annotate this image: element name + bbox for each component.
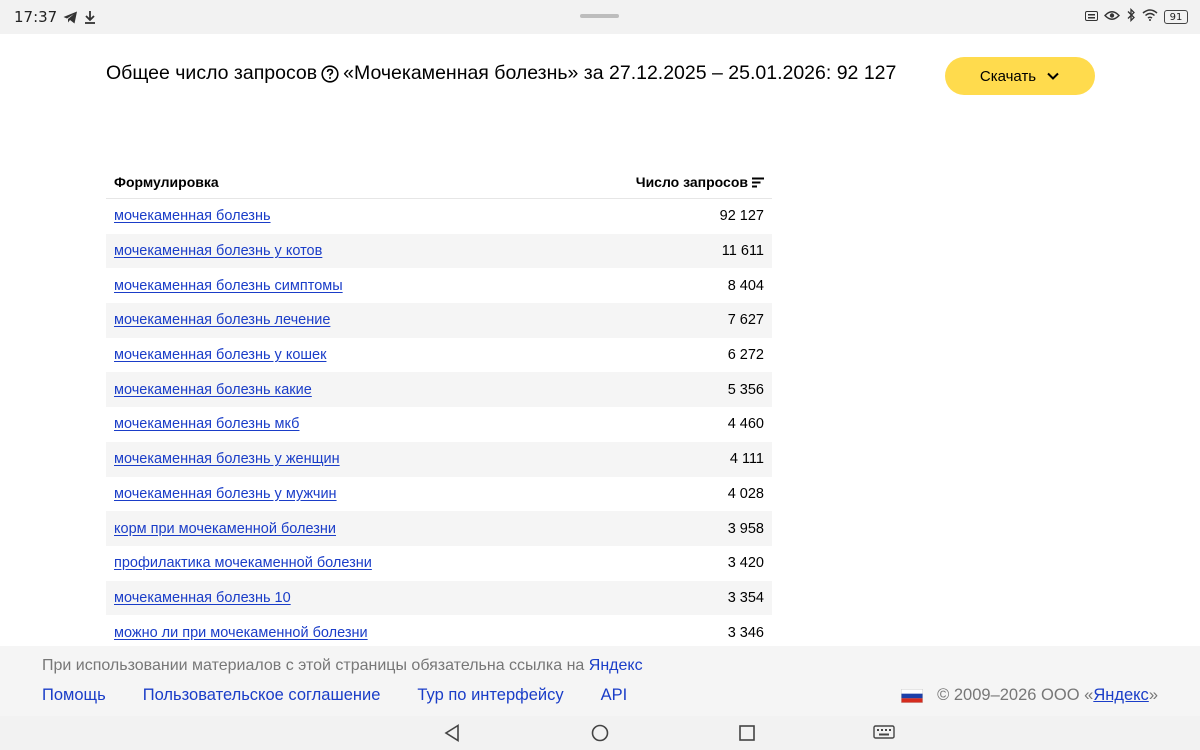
title-prefix: Общее число запросов xyxy=(106,62,318,84)
table-row: профилактика мочекаменной болезни 3 420 xyxy=(106,546,772,581)
query-count: 3 354 xyxy=(727,589,764,606)
table-row: мочекаменная болезнь 10 3 354 xyxy=(106,580,772,616)
navigation-bar xyxy=(0,716,1200,750)
query-phrase-link[interactable]: мочекаменная болезнь 10 xyxy=(114,590,291,606)
query-phrase-link[interactable]: мочекаменная болезнь у мужчин xyxy=(114,486,337,502)
footer-link-tour[interactable]: Тур по интерфейсу xyxy=(417,686,563,705)
column-header-phrase: Формулировка xyxy=(114,174,219,190)
table-row: мочекаменная болезнь у женщин 4 111 xyxy=(106,441,772,477)
wifi-icon xyxy=(1142,8,1158,26)
footer-link-agreement[interactable]: Пользовательское соглашение xyxy=(143,686,381,705)
table-row: корм при мочекаменной болезни 3 958 xyxy=(106,511,772,546)
telegram-icon xyxy=(63,11,78,24)
column-header-count-label: Число запросов xyxy=(635,174,748,190)
footer: При использовании материалов с этой стра… xyxy=(0,646,1200,716)
battery-icon: 91 xyxy=(1164,10,1188,24)
table-row: мочекаменная болезнь мкб 4 460 xyxy=(106,407,772,442)
status-icons: 91 xyxy=(1085,0,1188,34)
download-icon xyxy=(84,10,96,24)
table-row: мочекаменная болезнь симптомы 8 404 xyxy=(106,268,772,303)
page-title: Общее число запросов «Мочекаменная болез… xyxy=(106,62,896,85)
query-count: 4 460 xyxy=(727,416,764,433)
footer-note-text: При использовании материалов с этой стра… xyxy=(42,657,585,674)
sort-icon[interactable] xyxy=(752,177,764,188)
table-row: мочекаменная болезнь лечение 7 627 xyxy=(106,303,772,338)
footer-note-link[interactable]: Яндекс xyxy=(589,657,643,674)
home-icon[interactable] xyxy=(587,721,613,745)
query-phrase-link[interactable]: мочекаменная болезнь xyxy=(114,208,271,224)
query-count: 7 627 xyxy=(727,312,764,329)
query-count: 11 611 xyxy=(721,243,764,260)
bluetooth-icon xyxy=(1126,7,1136,27)
query-phrase-link[interactable]: мочекаменная болезнь у женщин xyxy=(114,451,340,467)
table-row: мочекаменная болезнь у мужчин 4 028 xyxy=(106,477,772,512)
copyright-text: © 2009–2026 ООО «Яндекс» xyxy=(937,686,1158,704)
query-phrase-link[interactable]: профилактика мочекаменной болезни xyxy=(114,555,372,571)
query-phrase-link[interactable]: корм при мочекаменной болезни xyxy=(114,521,336,537)
table-row: можно ли при мочекаменной болезни 3 346 xyxy=(106,615,772,650)
query-phrase-link[interactable]: можно ли при мочекаменной болезни xyxy=(114,625,368,641)
column-header-count[interactable]: Число запросов xyxy=(636,174,764,190)
download-button-label: Скачать xyxy=(979,67,1037,85)
query-count: 3 346 xyxy=(727,624,764,641)
title-suffix: «Мочекаменная болезнь» за 27.12.2025 – 2… xyxy=(343,62,897,84)
keyboard-icon xyxy=(1085,8,1098,26)
query-phrase-link[interactable]: мочекаменная болезнь лечение xyxy=(114,312,330,328)
query-phrase-link[interactable]: мочекаменная болезнь у котов xyxy=(114,243,322,259)
footer-note: При использовании материалов с этой стра… xyxy=(42,657,643,675)
query-phrase-link[interactable]: мочекаменная болезнь мкб xyxy=(114,416,299,432)
table-body: мочекаменная болезнь 92 127 мочекаменная б… xyxy=(106,199,772,679)
query-count: 4 111 xyxy=(729,451,764,468)
status-bar: 17:37 91 xyxy=(0,0,1200,34)
download-button[interactable]: Скачать xyxy=(945,57,1095,95)
query-count: 92 127 xyxy=(719,208,764,225)
query-count: 6 272 xyxy=(727,347,764,364)
table-header: Формулировка Число запросов xyxy=(106,166,772,199)
drag-handle[interactable] xyxy=(580,14,619,18)
query-count: 5 356 xyxy=(727,381,764,398)
table-row: мочекаменная болезнь 92 127 xyxy=(106,199,772,234)
footer-link-help[interactable]: Помощь xyxy=(42,686,106,705)
copyright-link[interactable]: Яндекс xyxy=(1093,686,1149,704)
footer-links: Помощь Пользовательское соглашение Тур п… xyxy=(42,686,627,705)
table-row: мочекаменная болезнь какие 5 356 xyxy=(106,372,772,408)
footer-copyright: © 2009–2026 ООО «Яндекс» xyxy=(901,686,1158,705)
chevron-down-icon xyxy=(1047,72,1059,80)
table-row: мочекаменная болезнь у котов 11 611 xyxy=(106,233,772,269)
queries-table: Формулировка Число запросов мочекаменная… xyxy=(106,166,772,679)
russia-flag-icon[interactable] xyxy=(901,688,924,703)
query-phrase-link[interactable]: мочекаменная болезнь какие xyxy=(114,382,312,398)
query-count: 3 420 xyxy=(727,555,764,572)
table-row: мочекаменная болезнь у кошек 6 272 xyxy=(106,338,772,373)
back-icon[interactable] xyxy=(439,721,465,745)
help-icon[interactable] xyxy=(321,64,339,83)
query-count: 4 028 xyxy=(727,485,764,502)
footer-link-api[interactable]: API xyxy=(601,686,628,705)
query-count: 8 404 xyxy=(727,277,764,294)
query-phrase-link[interactable]: мочекаменная болезнь у кошек xyxy=(114,347,326,363)
eye-icon xyxy=(1104,8,1120,26)
query-count: 3 958 xyxy=(727,520,764,537)
recents-icon[interactable] xyxy=(734,721,760,745)
query-phrase-link[interactable]: мочекаменная болезнь симптомы xyxy=(114,278,343,294)
status-time: 17:37 xyxy=(14,8,58,26)
keyboard-toggle-icon[interactable] xyxy=(871,721,897,745)
